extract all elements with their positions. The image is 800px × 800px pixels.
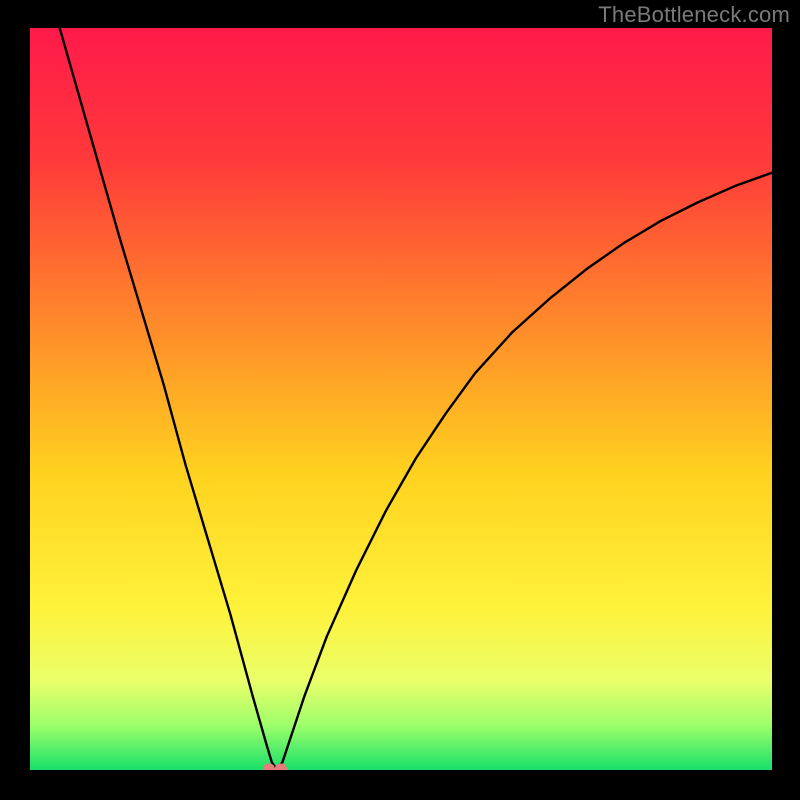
bottleneck-chart: TheBottleneck.com xyxy=(0,0,800,800)
plot-background xyxy=(30,28,772,770)
chart-canvas xyxy=(0,0,800,800)
watermark-text: TheBottleneck.com xyxy=(598,2,790,28)
